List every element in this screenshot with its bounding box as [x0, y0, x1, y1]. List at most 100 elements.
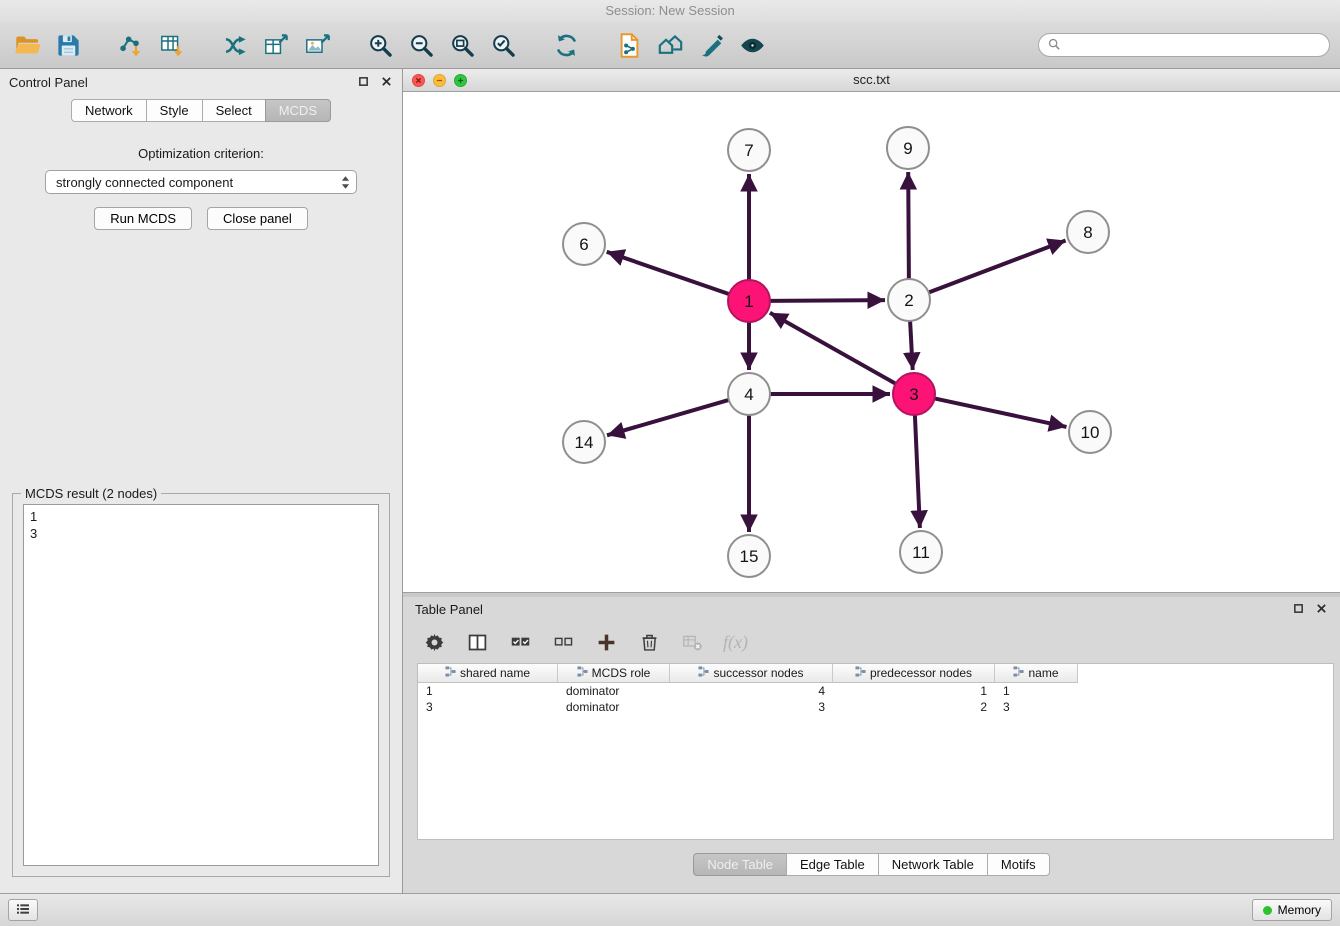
zoom-fit-button[interactable] [445, 28, 479, 62]
table-row[interactable]: 1dominator411 [418, 683, 1333, 699]
save-session-button[interactable] [51, 28, 85, 62]
network-overview-button[interactable] [653, 28, 687, 62]
table-cell-predecessor-nodes[interactable]: 1 [833, 683, 995, 699]
memory-status-icon [1263, 906, 1272, 915]
table-cell-name[interactable]: 3 [995, 699, 1078, 715]
zoom-window-button[interactable] [454, 74, 467, 87]
graph-node-14[interactable]: 14 [563, 421, 605, 463]
graph-node-9[interactable]: 9 [887, 127, 929, 169]
add-column-icon [596, 632, 617, 653]
refresh-layout-button[interactable] [549, 28, 583, 62]
deselect-all-rows-button[interactable] [551, 630, 575, 654]
graph-node-3[interactable]: 3 [893, 373, 935, 415]
tab-select[interactable]: Select [202, 99, 266, 122]
show-panels-button[interactable] [8, 899, 38, 921]
table-cell-shared-name[interactable]: 3 [418, 699, 558, 715]
import-file-button[interactable] [612, 28, 646, 62]
column-header-label: shared name [460, 666, 530, 680]
zoom-in-button[interactable] [363, 28, 397, 62]
column-header-label: successor nodes [713, 666, 803, 680]
network-canvas[interactable]: 7 9 6 8 1 2 4 3 14 10 15 11 [403, 92, 1340, 592]
edge-3-1[interactable] [770, 313, 896, 384]
column-header-successor-nodes[interactable]: successor nodes [670, 664, 833, 682]
import-network-button[interactable] [114, 28, 148, 62]
mcds-result-text[interactable]: 13 [23, 504, 379, 866]
table-panel-float-button[interactable] [1291, 603, 1305, 617]
table-cell-successor-nodes[interactable]: 4 [670, 683, 833, 699]
open-session-button[interactable] [10, 28, 44, 62]
tab-style[interactable]: Style [146, 99, 203, 122]
edge-3-10[interactable] [935, 398, 1067, 427]
edge-4-14[interactable] [607, 400, 729, 435]
zoom-in-icon [367, 32, 394, 59]
graph-node-11[interactable]: 11 [900, 531, 942, 573]
graph-node-label: 1 [744, 292, 753, 311]
edge-1-6[interactable] [607, 252, 730, 294]
table-cell-mcds-role[interactable]: dominator [558, 683, 670, 699]
edge-2-8[interactable] [929, 241, 1066, 293]
column-header-predecessor-nodes[interactable]: predecessor nodes [833, 664, 995, 682]
network-overview-icon [657, 32, 684, 59]
add-column-button[interactable] [594, 630, 618, 654]
show-columns-button[interactable] [465, 630, 489, 654]
criterion-dropdown[interactable]: strongly connected component [45, 170, 357, 194]
search-input[interactable] [1066, 38, 1320, 53]
graph-node-4[interactable]: 4 [728, 373, 770, 415]
table-panel-window-controls [1291, 603, 1328, 617]
column-header-mcds-role[interactable]: MCDS role [558, 664, 670, 682]
window-titlebar[interactable]: Session: New Session [0, 0, 1340, 22]
table-cell-predecessor-nodes[interactable]: 2 [833, 699, 995, 715]
save-session-icon [55, 32, 82, 59]
column-header-name[interactable]: name [995, 664, 1078, 682]
delete-column-button[interactable] [637, 630, 661, 654]
memory-button[interactable]: Memory [1252, 899, 1332, 921]
graph-node-label: 7 [744, 141, 753, 160]
table-settings-button[interactable] [422, 630, 446, 654]
zoom-selected-button[interactable] [486, 28, 520, 62]
graph-node-7[interactable]: 7 [728, 129, 770, 171]
import-table-button[interactable] [155, 28, 189, 62]
show-hide-button[interactable] [735, 28, 769, 62]
select-all-rows-icon [510, 632, 531, 653]
new-network-button[interactable] [218, 28, 252, 62]
graph-node-10[interactable]: 10 [1069, 411, 1111, 453]
mcds-panel: Optimization criterion: strongly connect… [0, 122, 402, 893]
edge-2-9[interactable] [908, 172, 909, 279]
paint-style-button[interactable] [694, 28, 728, 62]
tab-edge-table[interactable]: Edge Table [786, 853, 879, 876]
edge-2-3[interactable] [910, 321, 913, 370]
graph-node-15[interactable]: 15 [728, 535, 770, 577]
edge-1-2[interactable] [770, 300, 885, 301]
tab-motifs[interactable]: Motifs [987, 853, 1050, 876]
tab-node-table[interactable]: Node Table [693, 853, 787, 876]
column-header-shared-name[interactable]: shared name [418, 664, 558, 682]
export-network-button[interactable] [259, 28, 293, 62]
table-row[interactable]: 3dominator323 [418, 699, 1333, 715]
table-cell-mcds-role[interactable]: dominator [558, 699, 670, 715]
tab-network-table[interactable]: Network Table [878, 853, 988, 876]
tab-network[interactable]: Network [71, 99, 147, 122]
control-panel-header: Control Panel [0, 69, 402, 95]
select-all-rows-button[interactable] [508, 630, 532, 654]
zoom-out-button[interactable] [404, 28, 438, 62]
graph-node-8[interactable]: 8 [1067, 211, 1109, 253]
control-panel-float-button[interactable] [356, 75, 370, 89]
search-box[interactable] [1038, 33, 1330, 57]
table-panel-close-button[interactable] [1314, 603, 1328, 617]
network-window-titlebar[interactable]: scc.txt [403, 69, 1340, 92]
edge-3-11[interactable] [915, 415, 920, 528]
mcds-close-panel-button[interactable]: Close panel [207, 207, 308, 230]
export-image-button[interactable] [300, 28, 334, 62]
float-icon [1293, 602, 1304, 617]
graph-node-1[interactable]: 1 [728, 280, 770, 322]
graph-node-6[interactable]: 6 [563, 223, 605, 265]
table-cell-name[interactable]: 1 [995, 683, 1078, 699]
close-window-button[interactable] [412, 74, 425, 87]
control-panel-close-button[interactable] [379, 75, 393, 89]
table-cell-successor-nodes[interactable]: 3 [670, 699, 833, 715]
graph-node-2[interactable]: 2 [888, 279, 930, 321]
minimize-window-button[interactable] [433, 74, 446, 87]
run-mcds-button[interactable]: Run MCDS [94, 207, 192, 230]
tab-mcds[interactable]: MCDS [265, 99, 331, 122]
table-cell-shared-name[interactable]: 1 [418, 683, 558, 699]
